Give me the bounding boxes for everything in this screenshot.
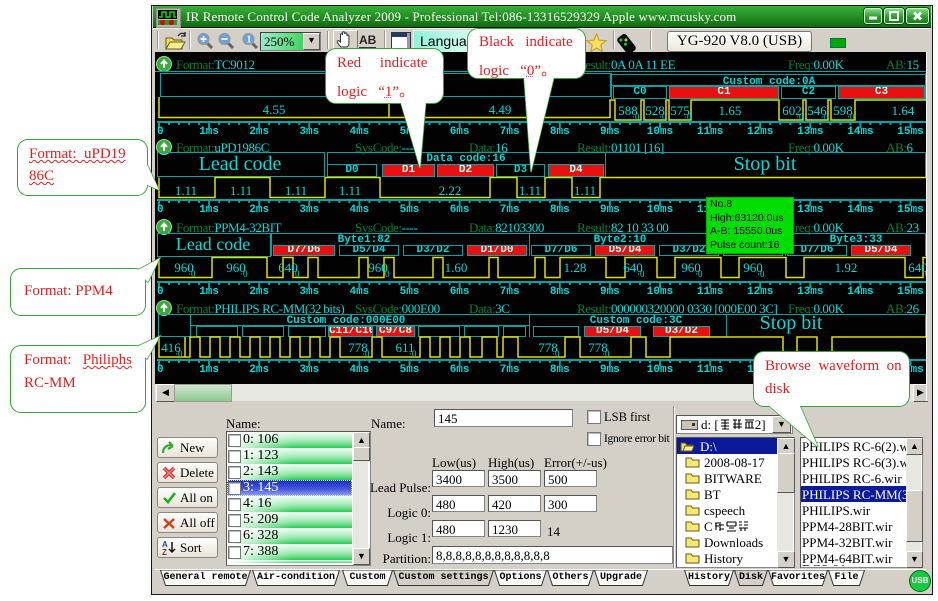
svg-text:Z: Z	[162, 548, 167, 556]
svg-text:1: 1	[247, 35, 252, 46]
